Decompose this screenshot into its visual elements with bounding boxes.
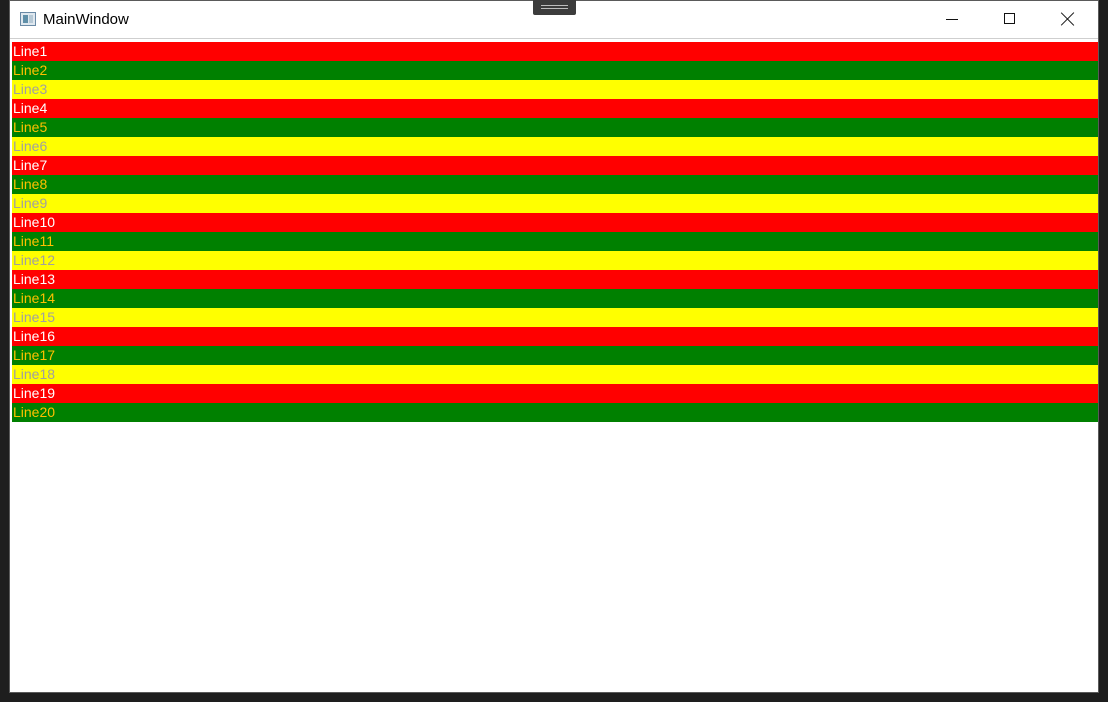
maximize-icon [1004, 13, 1015, 24]
list-item[interactable]: Line9 [12, 194, 1098, 213]
list-item[interactable]: Line11 [12, 232, 1098, 251]
close-icon [1061, 12, 1075, 26]
line-list: Line1 Line2 Line3 Line4 Line5 Line6 Line7 Line8… [12, 42, 1098, 422]
minimize-button[interactable] [924, 1, 982, 38]
list-item[interactable]: Line18 [12, 365, 1098, 384]
maximize-button[interactable] [981, 1, 1039, 38]
minimize-icon [946, 19, 958, 20]
list-item[interactable]: Line15 [12, 308, 1098, 327]
drag-handle[interactable] [533, 0, 576, 15]
list-item[interactable]: Line14 [12, 289, 1098, 308]
list-item[interactable]: Line3 [12, 80, 1098, 99]
list-item[interactable]: Line6 [12, 137, 1098, 156]
list-item[interactable]: Line4 [12, 99, 1098, 118]
list-item[interactable]: Line16 [12, 327, 1098, 346]
app-window-icon [20, 12, 36, 26]
list-item[interactable]: Line17 [12, 346, 1098, 365]
list-item[interactable]: Line20 [12, 403, 1098, 422]
list-item[interactable]: Line1 [12, 42, 1098, 61]
title-bar[interactable]: MainWindow [10, 0, 1098, 39]
window-title: MainWindow [43, 11, 129, 28]
list-item[interactable]: Line19 [12, 384, 1098, 403]
list-item[interactable]: Line10 [12, 213, 1098, 232]
close-button[interactable] [1039, 1, 1097, 38]
main-window: MainWindow Line1 Line2 Line3 Line4 Line5 Line… [9, 0, 1099, 693]
list-item[interactable]: Line2 [12, 61, 1098, 80]
list-item[interactable]: Line8 [12, 175, 1098, 194]
list-item[interactable]: Line12 [12, 251, 1098, 270]
list-item[interactable]: Line13 [12, 270, 1098, 289]
list-item[interactable]: Line5 [12, 118, 1098, 137]
list-item[interactable]: Line7 [12, 156, 1098, 175]
